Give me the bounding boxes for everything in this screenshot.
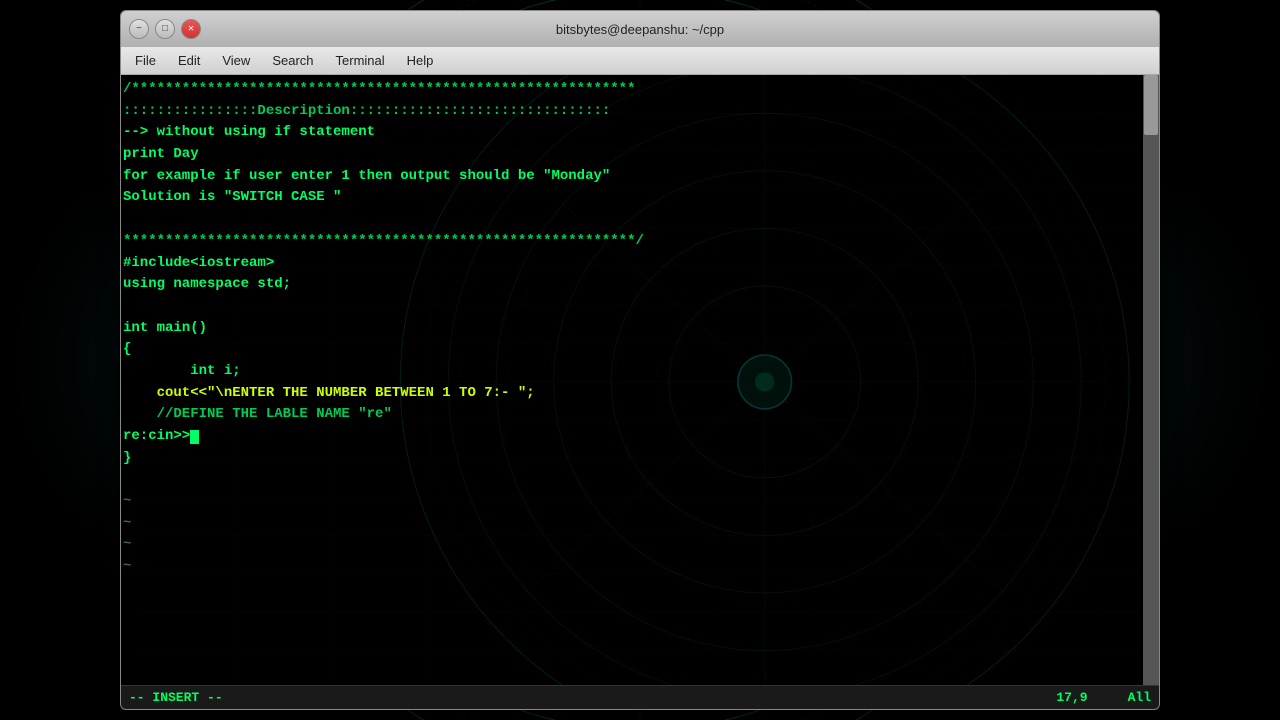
- window-title: bitsbytes@deepanshu: ~/cpp: [201, 22, 1079, 37]
- code-line-blank: [123, 469, 1141, 491]
- maximize-button[interactable]: □: [155, 19, 175, 39]
- code-line: int i;: [123, 361, 1141, 383]
- terminal-window: − □ ✕ bitsbytes@deepanshu: ~/cpp File Ed…: [120, 10, 1160, 710]
- code-line: Solution is "SWITCH CASE ": [123, 187, 1141, 209]
- vim-mode: -- INSERT --: [129, 690, 1056, 705]
- code-line-tilde: ~: [123, 513, 1141, 535]
- code-line: #include<iostream>: [123, 253, 1141, 275]
- text-cursor: [190, 430, 199, 444]
- code-line-print-day: print Day: [123, 144, 1141, 166]
- code-line: for example if user enter 1 then output …: [123, 166, 1141, 188]
- scrollbar[interactable]: [1143, 75, 1159, 685]
- code-line: ****************************************…: [123, 231, 1141, 253]
- code-line: //DEFINE THE LABLE NAME "re": [123, 404, 1141, 426]
- scrollbar-thumb[interactable]: [1144, 75, 1158, 135]
- window-controls: − □ ✕: [129, 19, 201, 39]
- status-right: 17,9 All: [1056, 690, 1151, 705]
- code-line: using namespace std;: [123, 274, 1141, 296]
- terminal-body[interactable]: /***************************************…: [121, 75, 1159, 685]
- code-line: /***************************************…: [123, 79, 1141, 101]
- code-line-tilde: ~: [123, 491, 1141, 513]
- code-line: {: [123, 339, 1141, 361]
- code-line-tilde: ~: [123, 534, 1141, 556]
- code-editor[interactable]: /***************************************…: [121, 75, 1143, 685]
- code-line-cursor: re:cin>>: [123, 426, 1141, 448]
- code-line-blank: [123, 296, 1141, 318]
- scroll-position: All: [1128, 690, 1151, 705]
- code-line-blank: [123, 209, 1141, 231]
- cursor-position: 17,9: [1056, 690, 1087, 705]
- status-bar: -- INSERT -- 17,9 All: [121, 685, 1159, 709]
- code-line: int main(): [123, 318, 1141, 340]
- menu-bar: File Edit View Search Terminal Help: [121, 47, 1159, 75]
- code-line: ::::::::::::::::Description:::::::::::::…: [123, 101, 1141, 123]
- minimize-button[interactable]: −: [129, 19, 149, 39]
- menu-help[interactable]: Help: [397, 51, 444, 70]
- menu-search[interactable]: Search: [262, 51, 323, 70]
- menu-view[interactable]: View: [212, 51, 260, 70]
- code-line-tilde: ~: [123, 556, 1141, 578]
- code-line: --> without using if statement: [123, 122, 1141, 144]
- title-bar: − □ ✕ bitsbytes@deepanshu: ~/cpp: [121, 11, 1159, 47]
- menu-terminal[interactable]: Terminal: [326, 51, 395, 70]
- code-line: }: [123, 448, 1141, 470]
- code-line-cout: cout<<"\nENTER THE NUMBER BETWEEN 1 TO 7…: [123, 383, 1141, 405]
- close-button[interactable]: ✕: [181, 19, 201, 39]
- menu-edit[interactable]: Edit: [168, 51, 210, 70]
- menu-file[interactable]: File: [125, 51, 166, 70]
